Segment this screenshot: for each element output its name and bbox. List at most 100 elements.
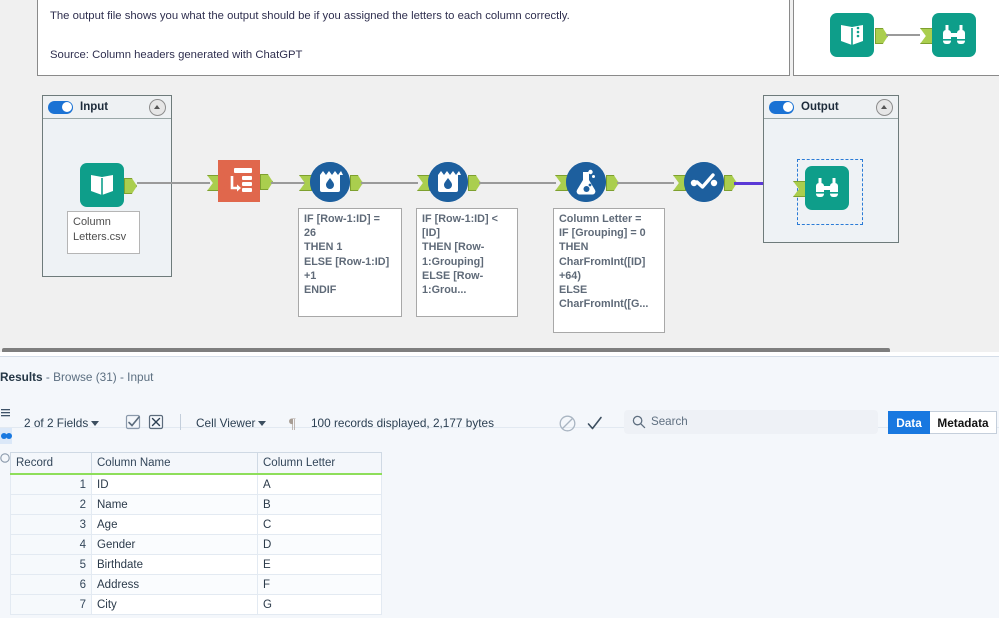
- cell-record[interactable]: 1: [10, 473, 92, 495]
- collapse-caret-icon[interactable]: [149, 98, 166, 116]
- canvas-scroll-thumb[interactable]: [2, 348, 890, 352]
- fields-selector[interactable]: 2 of 2 Fields: [24, 416, 100, 430]
- cell-column-letter[interactable]: D: [257, 534, 382, 555]
- toggle-on-icon[interactable]: [48, 100, 73, 114]
- search-input[interactable]: Search: [624, 410, 878, 434]
- cell-viewer-selector[interactable]: Cell Viewer: [196, 416, 267, 430]
- workflow-canvas[interactable]: The output file shows you what the outpu…: [0, 0, 999, 352]
- table-row[interactable]: 2 Name B: [10, 494, 382, 515]
- input-container-header[interactable]: Input: [43, 96, 171, 119]
- checkmark-icon[interactable]: [585, 414, 604, 433]
- browse-output-node[interactable]: [793, 166, 849, 210]
- cell-column-name[interactable]: Birthdate: [91, 554, 258, 575]
- wire-formula1-to-formula2: [361, 182, 418, 184]
- wire-formula2-to-formula: [479, 182, 556, 184]
- column-header-record[interactable]: Record: [10, 452, 92, 475]
- chevron-down-icon[interactable]: [258, 421, 267, 427]
- table-row[interactable]: 4 Gender D: [10, 534, 382, 555]
- cell-record[interactable]: 3: [10, 514, 92, 535]
- table-row[interactable]: 5 Birthdate E: [10, 554, 382, 575]
- workflow-comment-box[interactable]: The output file shows you what the outpu…: [37, 0, 790, 76]
- snippet-output-anchor[interactable]: [875, 28, 888, 44]
- cell-column-letter[interactable]: C: [257, 514, 382, 535]
- column-header-column-letter[interactable]: Column Letter: [257, 452, 382, 475]
- formula2-annotation: IF [Row-1:ID] < [ID] THEN [Row- 1:Groupi…: [416, 208, 518, 317]
- wire-input-to-recordid: [137, 182, 210, 184]
- canvas-horizontal-scrollbar[interactable]: [0, 346, 999, 352]
- alteryx-designer-window: The output file shows you what the outpu…: [0, 0, 999, 618]
- checkbox-checked-icon[interactable]: [125, 414, 142, 431]
- cell-column-name[interactable]: ID: [91, 473, 258, 495]
- table-row[interactable]: 1 ID A: [10, 473, 382, 495]
- formula-flask-icon[interactable]: [566, 162, 606, 202]
- chevron-down-icon[interactable]: [91, 421, 100, 427]
- comment-line-1: The output file shows you what the outpu…: [50, 10, 570, 22]
- input-node-label: Column Letters.csv: [67, 211, 140, 254]
- book-input-icon[interactable]: [80, 163, 124, 207]
- svg-text:¶: ¶: [289, 416, 296, 431]
- checkbox-cross-icon[interactable]: [148, 414, 165, 431]
- cell-column-name[interactable]: Address: [91, 574, 258, 595]
- cell-column-name[interactable]: Name: [91, 494, 258, 515]
- multi-row-formula-icon[interactable]: [310, 162, 350, 202]
- table-row[interactable]: 3 Age C: [10, 514, 382, 535]
- table-row[interactable]: 6 Address F: [10, 574, 382, 595]
- output-container-header[interactable]: Output: [764, 96, 898, 119]
- book-input-icon[interactable]: [830, 13, 874, 57]
- cell-column-name[interactable]: Gender: [91, 534, 258, 555]
- cell-column-name[interactable]: City: [91, 594, 258, 615]
- table-row[interactable]: 7 City G: [10, 594, 382, 615]
- output-container-title: Output: [801, 101, 839, 113]
- example-snippet-box[interactable]: [793, 0, 999, 76]
- input-output-anchor[interactable]: [124, 178, 137, 194]
- results-title-sub: - Browse (31) - Input: [42, 370, 154, 384]
- record-info-label: 100 records displayed, 2,177 bytes: [311, 416, 494, 430]
- cell-record[interactable]: 2: [10, 494, 92, 515]
- tab-metadata[interactable]: Metadata: [930, 411, 997, 434]
- select-tool[interactable]: [684, 162, 737, 202]
- record-id-icon[interactable]: [218, 160, 260, 202]
- cell-record[interactable]: 7: [10, 594, 92, 615]
- toolbar-divider: [180, 414, 181, 430]
- comment-line-2: Source: Column headers generated with Ch…: [50, 49, 303, 61]
- select-check-icon[interactable]: [684, 162, 724, 202]
- results-title: Results - Browse (31) - Input: [0, 370, 153, 384]
- cell-record[interactable]: 4: [10, 534, 92, 555]
- column-header-column-name[interactable]: Column Name: [91, 452, 258, 475]
- cell-viewer-label: Cell Viewer: [196, 416, 256, 430]
- browse-rail-icon[interactable]: [0, 428, 12, 444]
- multi-row-formula-1[interactable]: [310, 162, 363, 202]
- collapse-caret-icon[interactable]: [876, 98, 893, 116]
- cell-column-letter[interactable]: B: [257, 494, 382, 515]
- snippet-wire: [886, 34, 920, 36]
- cell-column-letter[interactable]: A: [257, 473, 382, 495]
- multi-row-formula-2[interactable]: [428, 162, 481, 202]
- formula1-annotation: IF [Row-1:ID] = 26 THEN 1 ELSE [Row-1:ID…: [298, 208, 402, 317]
- multi-row-formula-icon[interactable]: [428, 162, 468, 202]
- tab-data[interactable]: Data: [888, 411, 930, 434]
- binoculars-browse-icon[interactable]: [932, 13, 976, 57]
- search-icon: [632, 415, 646, 429]
- output-tool-container[interactable]: Output: [763, 95, 899, 243]
- search-placeholder: Search: [651, 415, 688, 428]
- cell-column-letter[interactable]: F: [257, 574, 382, 595]
- toggle-on-icon[interactable]: [769, 100, 794, 114]
- cell-column-letter[interactable]: E: [257, 554, 382, 575]
- formula-tool[interactable]: [566, 162, 619, 202]
- no-entry-icon[interactable]: [558, 414, 577, 433]
- table-header-row: Record Column Name Column Letter: [10, 452, 382, 475]
- cell-column-letter[interactable]: G: [257, 594, 382, 615]
- list-icon[interactable]: [0, 407, 12, 423]
- input-tool-container[interactable]: Input Column Letters.csv: [42, 95, 172, 277]
- input-container-title: Input: [80, 101, 109, 113]
- wire-formula-to-select: [617, 182, 674, 184]
- input-tool-node[interactable]: [80, 163, 137, 207]
- formula-annotation: Column Letter = IF [Grouping] = 0 THEN C…: [553, 208, 665, 333]
- cell-record[interactable]: 5: [10, 554, 92, 575]
- record-id-tool[interactable]: [218, 160, 273, 202]
- pilcrow-icon[interactable]: ¶: [288, 414, 305, 432]
- binoculars-browse-icon[interactable]: [805, 166, 849, 210]
- results-table[interactable]: Record Column Name Column Letter 1 ID A 2 Na…: [10, 452, 382, 615]
- cell-record[interactable]: 6: [10, 574, 92, 595]
- cell-column-name[interactable]: Age: [91, 514, 258, 535]
